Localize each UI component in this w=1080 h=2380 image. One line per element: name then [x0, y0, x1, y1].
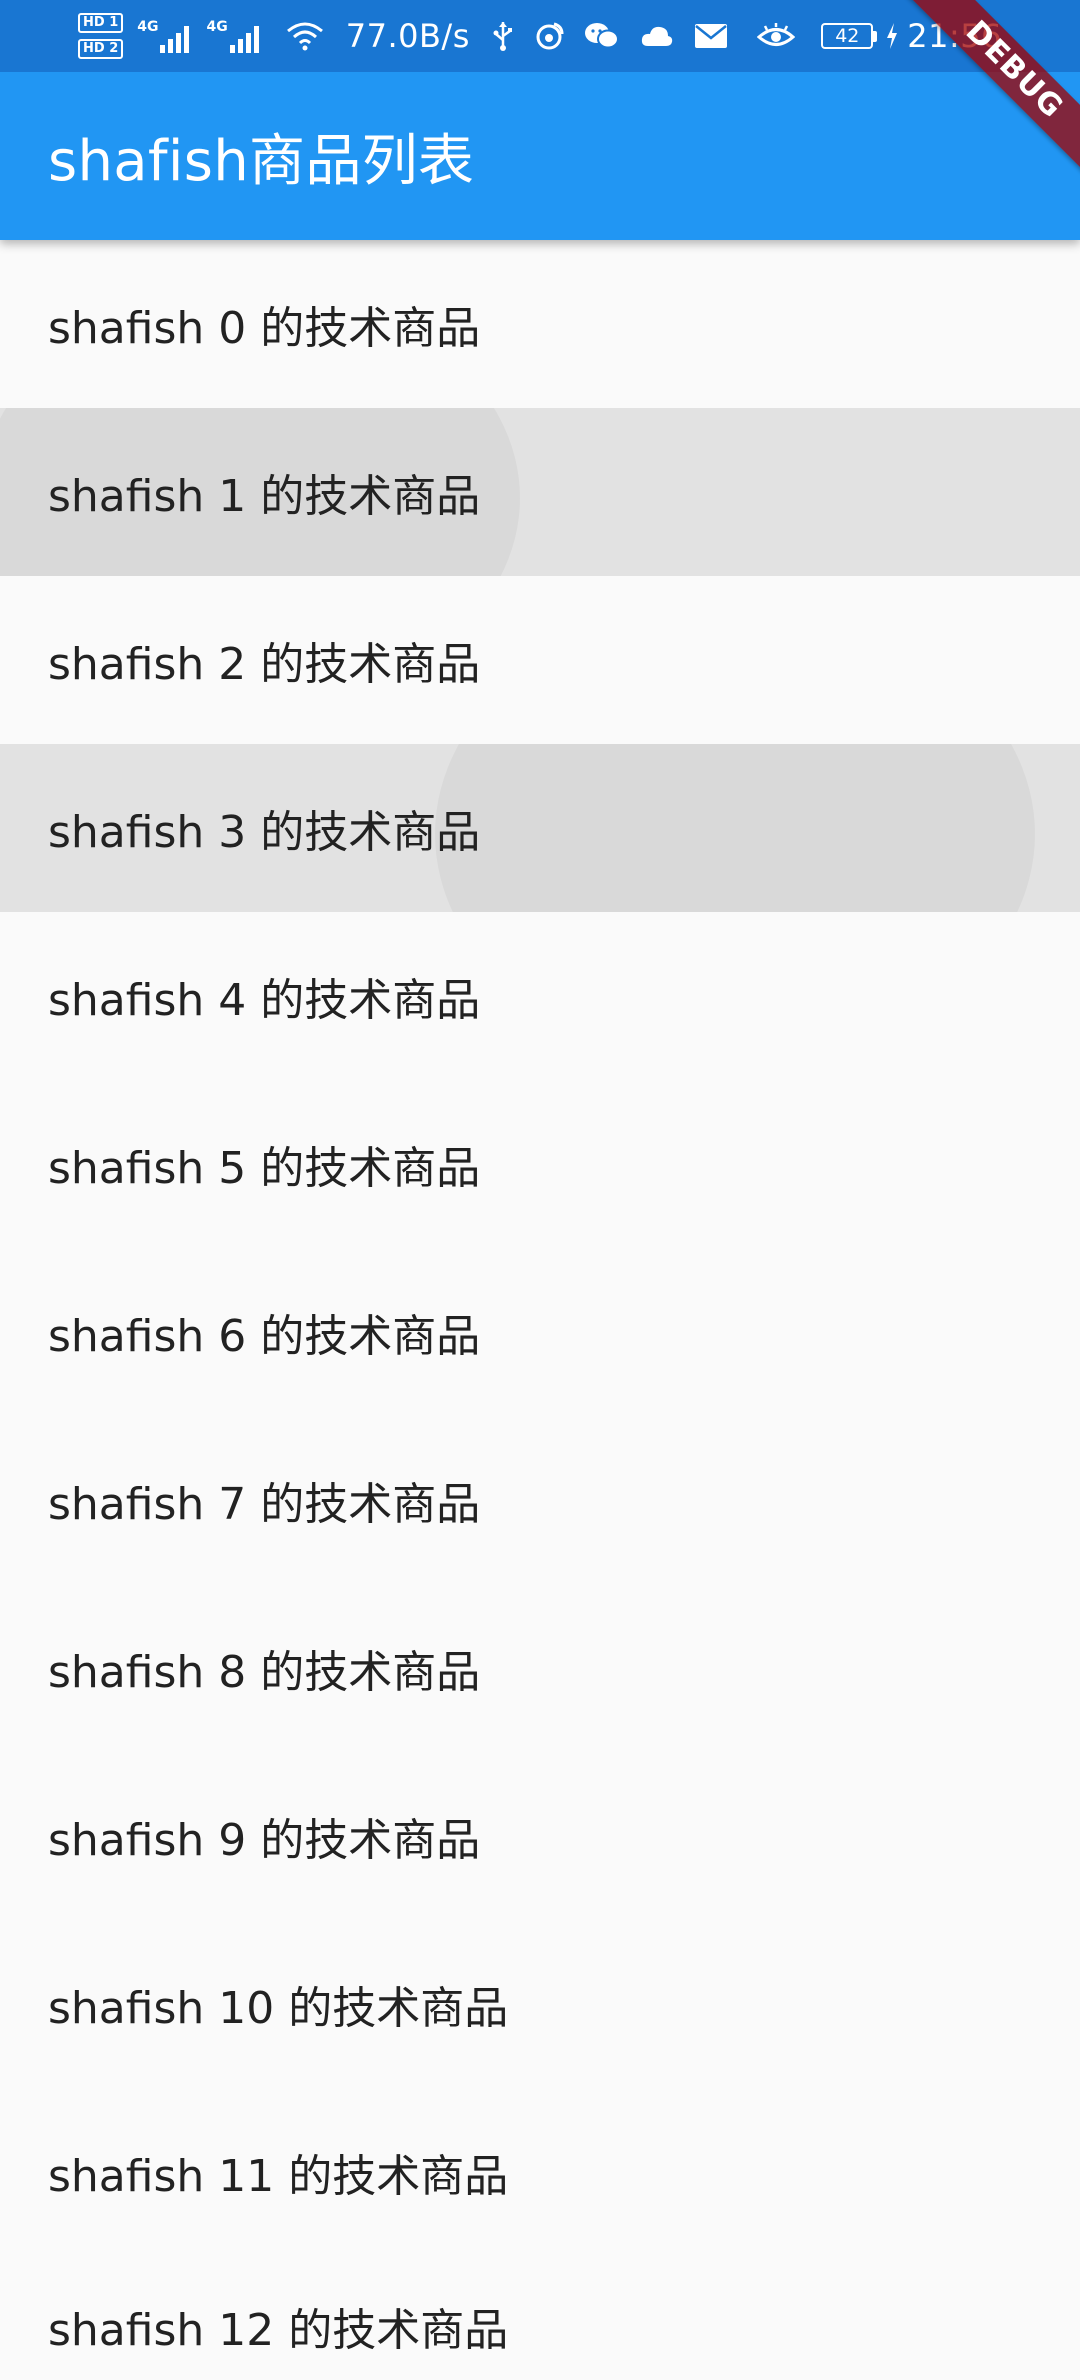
ripple-effect: [435, 744, 1035, 912]
list-item-label: shafish 8 的技术商品: [48, 1647, 481, 1698]
list-item-label: shafish 11 的技术商品: [48, 2151, 509, 2202]
wifi-icon: [286, 21, 324, 51]
page-title: shafish商品列表: [48, 128, 475, 194]
list-item-label: shafish 12 的技术商品: [48, 2305, 509, 2356]
hd-indicators: HD 1 HD 2: [78, 13, 124, 59]
net-speed: 77.0B/s: [345, 17, 470, 55]
list-item-label: shafish 1 的技术商品: [48, 471, 481, 522]
list-item[interactable]: shafish 10 的技术商品: [0, 1920, 1080, 2088]
list-item-label: shafish 5 的技术商品: [48, 1143, 481, 1194]
list-item-label: shafish 4 的技术商品: [48, 975, 481, 1026]
weibo-icon: [534, 21, 564, 51]
charging-icon: [885, 22, 899, 50]
list-item-label: shafish 9 的技术商品: [48, 1815, 481, 1866]
list-item-label: shafish 10 的技术商品: [48, 1983, 509, 2034]
hd1-badge: HD 1: [78, 13, 124, 33]
list-item-label: shafish 2 的技术商品: [48, 639, 481, 690]
mail-icon: [694, 23, 728, 49]
list-item[interactable]: shafish 9 的技术商品: [0, 1752, 1080, 1920]
product-list: shafish 0 的技术商品 shafish 1 的技术商品 shafish …: [0, 240, 1080, 2380]
list-item-label: shafish 7 的技术商品: [48, 1479, 481, 1530]
usb-icon: [492, 20, 514, 52]
list-item-label: shafish 3 的技术商品: [48, 807, 481, 858]
list-item[interactable]: shafish 7 的技术商品: [0, 1416, 1080, 1584]
signal-1-label: 4G: [137, 19, 159, 35]
signal-1-icon: 4G: [137, 19, 192, 53]
eye-icon: [757, 22, 796, 50]
signal-2-icon: 4G: [206, 19, 261, 53]
list-item-label: shafish 0 的技术商品: [48, 303, 481, 354]
status-right: 42 21:56: [747, 17, 1080, 55]
list-item[interactable]: shafish 11 的技术商品: [0, 2088, 1080, 2256]
battery-indicator: 42: [821, 23, 878, 49]
list-item[interactable]: shafish 1 的技术商品: [0, 408, 1080, 576]
cloud-icon: [640, 24, 674, 48]
list-item[interactable]: shafish 12 的技术商品: [0, 2256, 1080, 2380]
app-bar: shafish商品列表: [0, 72, 1080, 240]
list-item[interactable]: shafish 3 的技术商品: [0, 744, 1080, 912]
list-item[interactable]: shafish 0 的技术商品: [0, 240, 1080, 408]
status-bar: HD 1 HD 2 4G 4G 77.0B/s 42 21:56: [0, 0, 1080, 72]
clock: 21:56: [907, 17, 1002, 55]
list-item[interactable]: shafish 5 的技术商品: [0, 1080, 1080, 1248]
list-item[interactable]: shafish 6 的技术商品: [0, 1248, 1080, 1416]
battery-level: 42: [821, 23, 874, 49]
list-item[interactable]: shafish 2 的技术商品: [0, 576, 1080, 744]
list-item[interactable]: shafish 8 的技术商品: [0, 1584, 1080, 1752]
list-item-label: shafish 6 的技术商品: [48, 1311, 481, 1362]
wechat-icon: [584, 21, 620, 51]
hd2-badge: HD 2: [78, 39, 124, 59]
list-item[interactable]: shafish 4 的技术商品: [0, 912, 1080, 1080]
signal-2-label: 4G: [206, 19, 228, 35]
